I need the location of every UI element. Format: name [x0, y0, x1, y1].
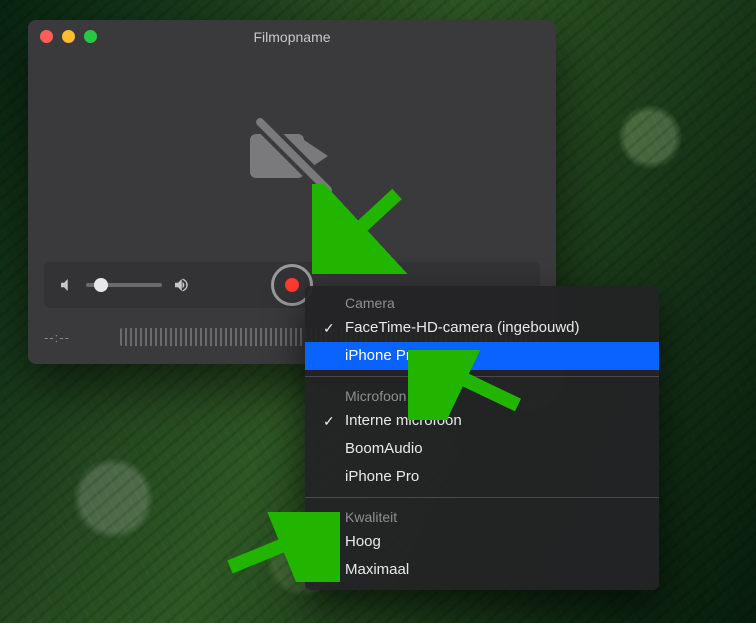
menu-separator	[305, 376, 659, 377]
options-menu: CameraFaceTime-HD-camera (ingebouwd)iPho…	[305, 286, 659, 590]
menu-item[interactable]: Hoog	[305, 528, 659, 556]
timecode: --:--	[44, 330, 108, 345]
menu-item[interactable]: FaceTime-HD-camera (ingebouwd)	[305, 314, 659, 342]
menu-item[interactable]: iPhone Pro	[305, 342, 659, 370]
window-title: Filmopname	[28, 29, 556, 45]
speaker-low-icon	[58, 276, 76, 294]
menu-separator	[305, 497, 659, 498]
window-controls	[40, 30, 97, 43]
minimize-button[interactable]	[62, 30, 75, 43]
volume-thumb[interactable]	[94, 278, 108, 292]
menu-item[interactable]: Maximaal	[305, 556, 659, 584]
titlebar[interactable]: Filmopname	[28, 20, 556, 54]
volume-control	[58, 276, 190, 294]
menu-section-header: Camera	[305, 290, 659, 314]
volume-slider[interactable]	[86, 283, 162, 287]
menu-item[interactable]: BoomAudio	[305, 435, 659, 463]
close-button[interactable]	[40, 30, 53, 43]
zoom-button[interactable]	[84, 30, 97, 43]
camera-off-icon	[250, 128, 334, 184]
menu-item[interactable]: Interne microfoon	[305, 407, 659, 435]
video-preview	[28, 54, 556, 258]
menu-section-header: Kwaliteit	[305, 504, 659, 528]
menu-item[interactable]: iPhone Pro	[305, 463, 659, 491]
menu-section-header: Microfoon	[305, 383, 659, 407]
record-icon	[285, 278, 299, 292]
speaker-high-icon	[172, 276, 190, 294]
